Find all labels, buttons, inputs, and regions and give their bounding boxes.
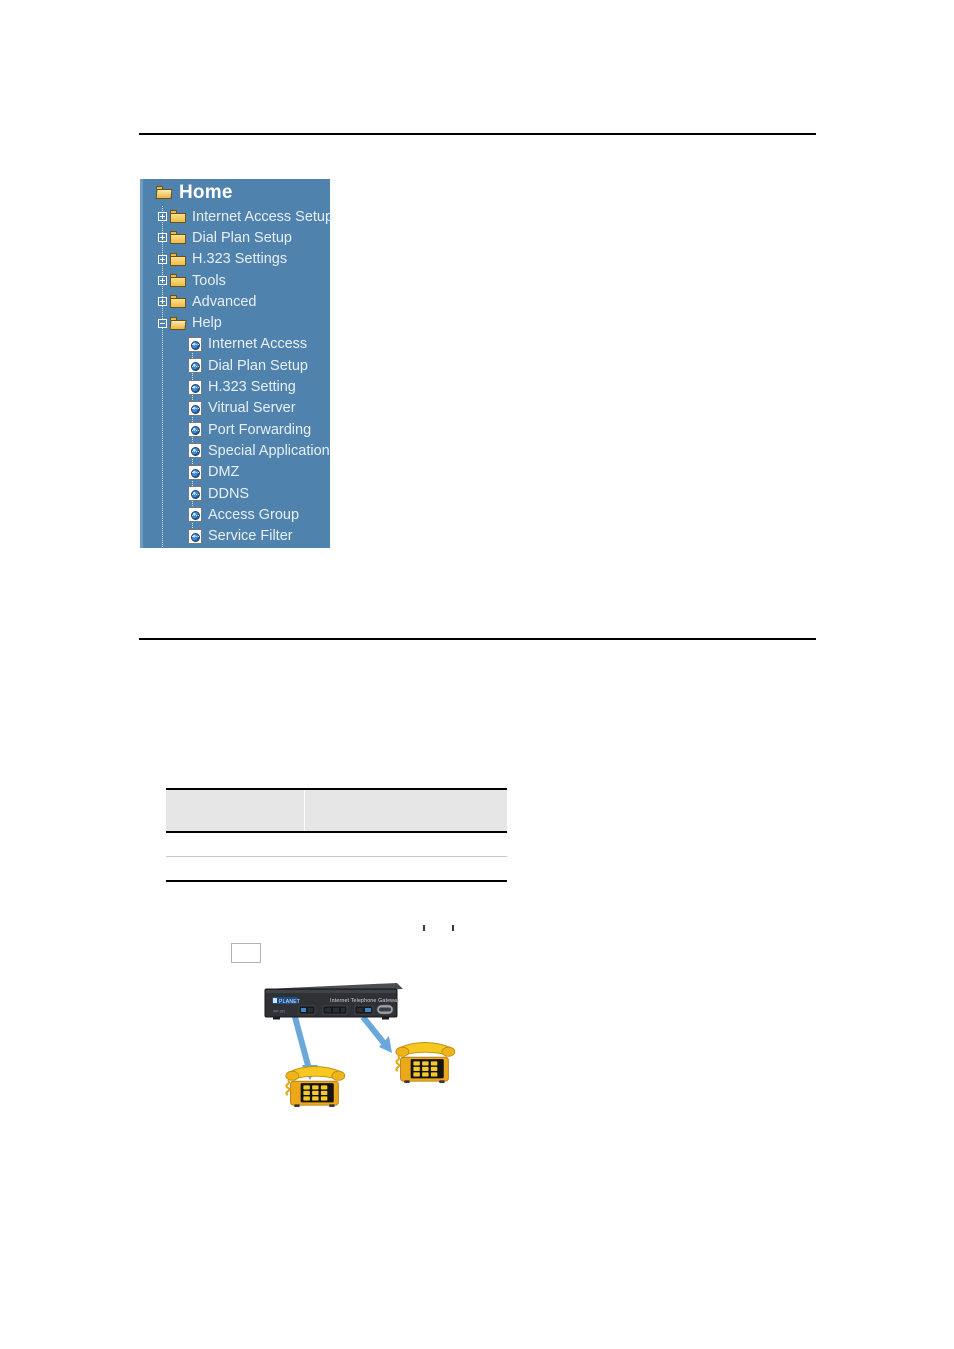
tree-connector [192,493,200,495]
note-box [231,943,261,963]
svg-text:PLANET: PLANET [279,999,300,1005]
tree-connector [192,536,200,538]
table-cell [166,832,305,857]
sidebar-item-ddns[interactable]: DDNS [143,483,330,504]
open-folder-icon [155,186,173,199]
gateway-model-text: Internet Telephone Gateway [330,998,400,1004]
expand-plus-icon[interactable] [158,276,167,286]
sidebar-item-label: Help [192,315,222,332]
sidebar-item-port-forwarding[interactable]: Port Forwarding [143,419,330,440]
tree-connector [192,365,200,367]
footer-rule [139,638,816,640]
gateway-ports [298,1004,394,1015]
sidebar-item-dmz[interactable]: DMZ [143,462,330,483]
header-rule [139,133,816,135]
sidebar-item-label: Tools [192,272,226,289]
sidebar-item-label: DDNS [208,485,250,502]
sidebar-item-dial-plan-setup[interactable]: Dial Plan Setup [143,227,330,248]
sidebar-item-label: Port Forwarding [208,421,312,438]
sidebar-item-h323-settings[interactable]: H.323 Settings [143,249,330,270]
sidebar-item-label: Advanced [192,293,257,310]
sidebar-item-h323-setting[interactable]: H.323 Setting [143,376,330,397]
telephone-left [285,1066,346,1107]
expand-plus-icon[interactable] [158,297,167,307]
gateway-device: PLANET Internet Telephone Gateway VIP-28… [264,983,403,1020]
tree-connector [192,429,200,431]
sidebar-item-label: Internet Access [208,336,308,353]
table-row [166,832,507,857]
data-table [166,788,507,882]
tree-connector [192,344,200,346]
sidebar-item-label: Dial Plan Setup [208,357,308,374]
sidebar-item-label: H.323 Setting [208,379,296,396]
tree-connector [192,472,200,474]
sidebar-item-help[interactable]: Help [143,312,330,333]
sidebar-item-label: Service Filter [208,528,293,545]
sidebar-item-label: Vitrual Server [208,400,296,417]
tree-connector [192,387,200,389]
table-cell [304,856,507,882]
sidebar-item-internet-access-setup[interactable]: Internet Access Setup [143,206,334,227]
open-folder-icon [169,316,187,330]
quote-mark-open [423,925,425,931]
table-row [166,856,507,882]
sidebar-item-advanced[interactable]: Advanced [143,291,330,312]
table-cell [304,832,507,857]
sidebar-item-service-filter[interactable]: Service Filter [143,525,330,546]
sidebar-item-label: DMZ [208,464,240,481]
network-topology-diagram: PLANET Internet Telephone Gateway VIP-28… [255,975,495,1135]
tree-connector [192,514,200,516]
navigation-tree-panel: Home Internet Access Setup Dial Plan Set… [140,179,334,548]
sidebar-item-label: Dial Plan Setup [192,229,292,246]
table-header-cell-1 [166,788,305,833]
expand-plus-icon[interactable] [158,254,167,264]
expand-plus-icon[interactable] [158,233,167,243]
sidebar-item-label: Internet Access Setup [192,208,334,225]
sidebar-item-special-application[interactable]: Special Application [143,440,330,461]
folder-icon [170,231,186,245]
sidebar-item-tools[interactable]: Tools [143,270,330,291]
table-header-row [166,788,507,833]
folder-icon [170,252,186,266]
folder-icon [170,295,186,309]
sidebar-item-dial-plan-setup-help[interactable]: Dial Plan Setup [143,355,330,376]
sidebar-item-internet-access[interactable]: Internet Access [143,334,330,355]
collapse-minus-icon[interactable] [158,318,167,328]
table-header-cell-2 [304,788,507,833]
svg-text:VIP-281: VIP-281 [273,1010,285,1014]
arrow-to-right-phone [360,1015,392,1053]
table-body [166,832,507,882]
sidebar-item-label: H.323 Settings [192,251,288,268]
telephone-right [395,1042,456,1083]
tree-root-home[interactable]: Home [143,179,330,206]
folder-icon [170,210,186,224]
expand-plus-icon[interactable] [158,212,167,222]
sidebar-item-access-group[interactable]: Access Group [143,504,330,525]
sidebar-item-label: Special Application [208,442,330,459]
tree-root-label: Home [179,181,233,203]
table-head [166,788,507,833]
folder-icon [170,274,186,288]
tree-connector [192,450,200,452]
table-cell [166,856,305,882]
quote-mark-close [452,925,454,931]
sidebar-item-vitrual-server[interactable]: Vitrual Server [143,398,330,419]
sidebar-item-label: Access Group [208,506,300,523]
tree-connector [192,408,200,410]
planet-brand-logo: PLANET [272,997,300,1005]
